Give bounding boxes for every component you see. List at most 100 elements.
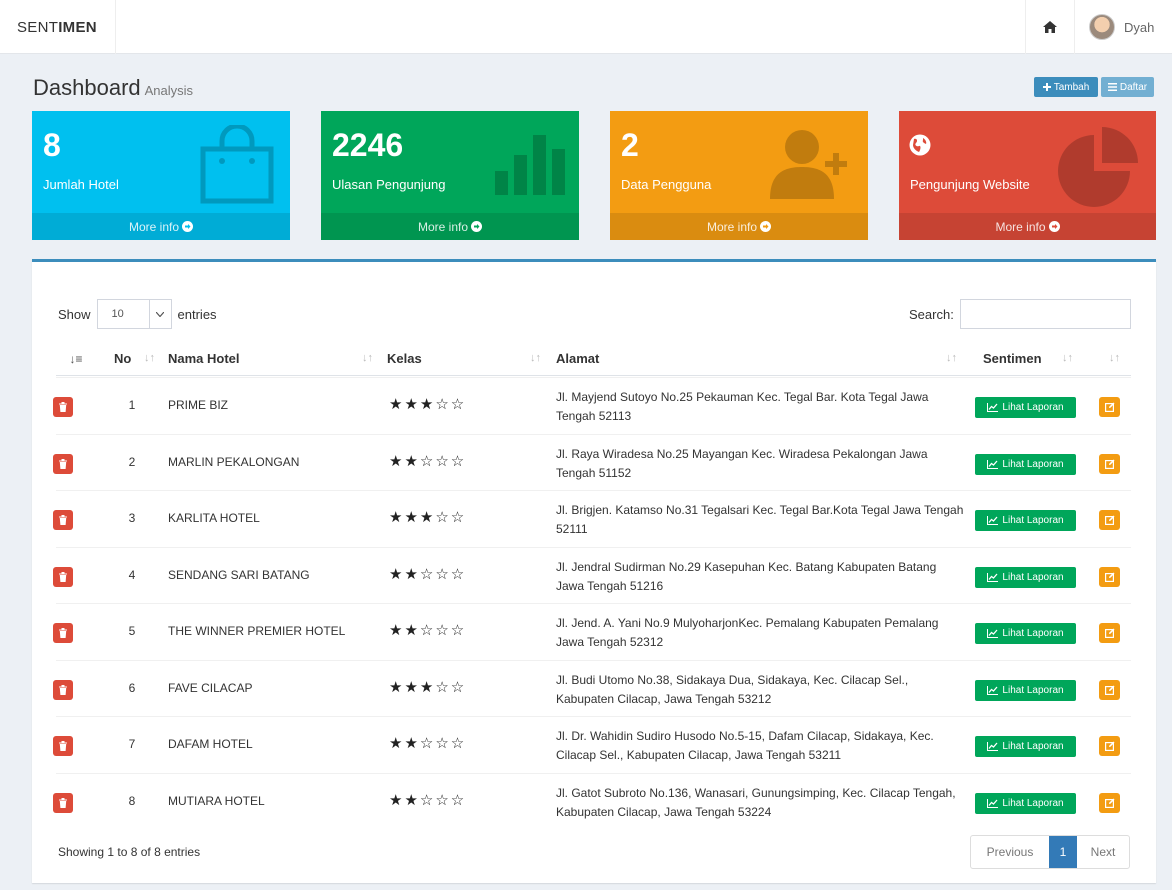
delete-button[interactable] [53,397,73,417]
row-no: 7 [128,737,136,751]
show-label: Show [58,306,91,322]
chevron-down-icon [148,300,171,328]
trash-icon [59,684,67,695]
line-chart-icon [987,742,999,751]
row-star-rating: ★★☆☆☆ [389,565,467,583]
row-no: 5 [128,624,136,638]
brand-logo[interactable]: SENT IMEN [0,0,116,54]
delete-button[interactable] [53,623,73,643]
row-address: Jl. Gatot Subroto No.136, Wanasari, Gunu… [556,785,956,819]
more-info-label: More info [706,219,758,234]
row-no: 4 [128,567,136,582]
row-address: Jl. Dr. Wahidin Sudiro Husodo No.5-15, D… [556,729,934,762]
stat-box-users: 2 Data Pengguna More info [610,111,868,240]
plus-icon [1042,83,1051,91]
stat-box-visitors: Pengunjung Website More info [899,111,1156,240]
stat-label: Data Pengguna [621,177,712,192]
view-report-button[interactable]: Lihat Laporan [975,736,1076,757]
view-report-button[interactable]: Lihat Laporan [975,679,1076,701]
delete-button[interactable] [53,510,73,530]
col-header-label: Sentimen [983,351,1042,366]
pagination-previous[interactable]: Previous [971,836,1049,868]
delete-button[interactable] [53,792,73,813]
search-label: Search: [909,306,954,322]
col-header-no[interactable]: No [114,341,131,376]
more-info-link[interactable]: More info [321,213,579,240]
trash-icon [59,458,67,469]
delete-button[interactable] [53,736,73,756]
col-header-sentiment[interactable]: Sentimen [983,341,1042,376]
edit-button[interactable] [1099,623,1120,643]
entries-select-value: 10 [111,308,124,320]
delete-button[interactable] [53,453,73,474]
trash-icon [59,628,67,638]
user-name: Dyah [1124,19,1155,35]
arrow-circle-right-icon [1048,221,1060,232]
view-report-button[interactable]: Lihat Laporan [975,510,1076,531]
view-report-button[interactable]: Lihat Laporan [975,397,1076,418]
more-info-link[interactable]: More info [899,213,1156,240]
stat-label: Ulasan Pengunjung [332,177,446,192]
list-button-label: Daftar [1119,81,1148,93]
row-hotel-name: FAVE CILACAP [168,680,253,695]
view-report-button[interactable]: Lihat Laporan [975,566,1076,588]
trash-icon [59,571,67,582]
row-no: 6 [128,680,136,695]
edit-button[interactable] [1099,679,1120,700]
row-star-rating: ★★★☆☆ [389,396,467,413]
row-no: 2 [128,454,136,469]
edit-icon [1104,685,1114,695]
pagination-next[interactable]: Next [1077,836,1129,868]
pagination-page-1[interactable]: 1 [1049,836,1077,868]
row-star-rating: ★★★☆☆ [389,509,467,526]
col-header-name[interactable]: Nama Hotel [168,341,240,376]
edit-button[interactable] [1099,510,1120,530]
row-no: 1 [128,398,136,412]
trash-icon [59,741,67,751]
top-navbar: SENT IMEN Dyah [0,0,1172,54]
delete-button[interactable] [53,679,73,700]
col-header-label: Alamat [556,351,600,366]
more-info-link[interactable]: More info [610,213,868,240]
edit-button[interactable] [1099,736,1120,756]
stat-box-hotels: 8 Jumlah Hotel More info [32,111,290,240]
home-button[interactable] [1025,0,1075,54]
user-menu[interactable]: Dyah [1075,0,1172,54]
entries-select[interactable]: 10 [96,299,172,329]
row-star-rating: ★★☆☆☆ [389,622,467,639]
view-report-label: Lihat Laporan [1002,571,1064,583]
row-star-rating: ★★☆☆☆ [389,791,467,809]
page-title: Dashboard Analysis [33,75,193,101]
table-row: 5 THE WINNER PREMIER HOTEL ★★☆☆☆ Jl. Jend. … [53,603,1131,660]
brand-light: SENT [17,18,59,36]
table-row: 7 DAFAM HOTEL ★★☆☆☆ Jl. Dr. Wahidin Sudiro … [53,716,1131,773]
arrow-circle-right-icon [471,221,483,232]
edit-button[interactable] [1099,397,1120,417]
edit-button[interactable] [1099,566,1120,587]
delete-button[interactable] [53,566,73,587]
row-hotel-name: KARLITA HOTEL [168,511,260,525]
row-star-rating: ★★★☆☆ [389,678,467,696]
sort-column-action[interactable]: ↓≡ [56,341,96,376]
col-header-address[interactable]: Alamat [556,341,599,376]
add-button[interactable]: Tambah [1034,77,1098,97]
page-title-text: Dashboard [33,75,141,100]
line-chart-icon [987,629,999,638]
row-no: 8 [128,793,136,808]
more-info-link[interactable]: More info [32,213,290,240]
stat-box-reviews: 2246 Ulasan Pengunjung More info [321,111,579,240]
list-button[interactable]: Daftar [1101,77,1154,97]
edit-icon [1104,628,1114,638]
edit-icon [1104,572,1114,582]
row-star-rating: ★★☆☆☆ [389,452,467,470]
search-input[interactable] [959,299,1131,329]
row-address: Jl. Budi Utomo No.38, Sidakaya Dua, Sida… [556,672,909,706]
view-report-button[interactable]: Lihat Laporan [975,792,1076,814]
arrow-circle-right-icon [760,221,772,232]
sort-icon: ↓↑ [362,352,373,364]
view-report-button[interactable]: Lihat Laporan [975,623,1076,644]
edit-button[interactable] [1099,453,1120,474]
edit-button[interactable] [1099,792,1120,813]
view-report-button[interactable]: Lihat Laporan [975,453,1076,475]
col-header-class[interactable]: Kelas [387,341,422,376]
